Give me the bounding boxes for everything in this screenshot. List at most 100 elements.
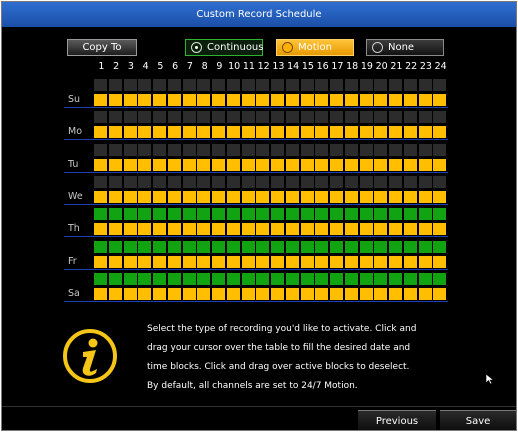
schedule-cell[interactable]	[315, 158, 329, 171]
schedule-cell[interactable]	[226, 94, 240, 106]
schedule-cell[interactable]	[212, 190, 225, 203]
schedule-cell[interactable]	[330, 255, 343, 268]
schedule-cell[interactable]	[182, 190, 196, 203]
schedule-cell[interactable]	[108, 190, 122, 203]
schedule-cell[interactable]	[212, 255, 225, 268]
schedule-cell[interactable]	[418, 272, 432, 285]
schedule-cell[interactable]	[167, 190, 181, 203]
continuous-mode-button[interactable]: Continuous	[185, 39, 263, 56]
schedule-cell[interactable]	[300, 190, 314, 203]
schedule-cell[interactable]	[197, 126, 211, 139]
schedule-cell[interactable]	[344, 126, 358, 139]
schedule-cell[interactable]	[374, 111, 388, 124]
schedule-cell[interactable]	[226, 287, 240, 300]
schedule-cell[interactable]	[330, 175, 343, 188]
schedule-cell[interactable]	[374, 208, 388, 221]
schedule-cell[interactable]	[241, 175, 255, 188]
schedule-cell[interactable]	[197, 143, 211, 156]
schedule-cell[interactable]	[433, 111, 447, 124]
schedule-cell[interactable]	[271, 208, 284, 221]
schedule-cell[interactable]	[226, 158, 240, 171]
schedule-cell[interactable]	[197, 208, 211, 221]
schedule-cell[interactable]	[241, 94, 255, 106]
schedule-cell[interactable]	[212, 272, 225, 285]
schedule-cell[interactable]	[167, 287, 181, 300]
schedule-cell[interactable]	[359, 223, 373, 236]
schedule-cell[interactable]	[374, 143, 388, 156]
schedule-cell[interactable]	[123, 208, 137, 221]
schedule-cell[interactable]	[433, 190, 447, 203]
schedule-cell[interactable]	[182, 94, 196, 106]
schedule-cell[interactable]	[212, 79, 225, 91]
schedule-cell[interactable]	[418, 79, 432, 91]
schedule-cell[interactable]	[285, 190, 299, 203]
schedule-cell[interactable]	[256, 143, 270, 156]
schedule-cell[interactable]	[123, 240, 137, 253]
schedule-cell[interactable]	[315, 287, 329, 300]
schedule-cell[interactable]	[315, 143, 329, 156]
schedule-cell[interactable]	[359, 190, 373, 203]
schedule-cell[interactable]	[374, 287, 388, 300]
schedule-cell[interactable]	[94, 126, 107, 139]
schedule-cell[interactable]	[182, 158, 196, 171]
schedule-cell[interactable]	[315, 175, 329, 188]
schedule-cell[interactable]	[389, 190, 402, 203]
schedule-cell[interactable]	[153, 240, 166, 253]
schedule-cell[interactable]	[374, 240, 388, 253]
schedule-cell[interactable]	[418, 255, 432, 268]
schedule-cell[interactable]	[108, 223, 122, 236]
schedule-cell[interactable]	[330, 111, 343, 124]
schedule-cell[interactable]	[94, 255, 107, 268]
schedule-cell[interactable]	[330, 287, 343, 300]
schedule-cell[interactable]	[256, 255, 270, 268]
schedule-cell[interactable]	[182, 223, 196, 236]
schedule-cell[interactable]	[212, 208, 225, 221]
schedule-cell[interactable]	[271, 111, 284, 124]
schedule-cell[interactable]	[241, 79, 255, 91]
schedule-cell[interactable]	[418, 287, 432, 300]
schedule-cell[interactable]	[138, 240, 152, 253]
schedule-cell[interactable]	[138, 208, 152, 221]
schedule-cell[interactable]	[403, 190, 417, 203]
schedule-cell[interactable]	[94, 79, 107, 91]
schedule-cell[interactable]	[153, 158, 166, 171]
schedule-cell[interactable]	[271, 175, 284, 188]
schedule-cell[interactable]	[123, 94, 137, 106]
schedule-cell[interactable]	[300, 287, 314, 300]
schedule-cell[interactable]	[197, 272, 211, 285]
schedule-cell[interactable]	[108, 94, 122, 106]
schedule-cell[interactable]	[330, 126, 343, 139]
schedule-cell[interactable]	[359, 126, 373, 139]
schedule-cell[interactable]	[418, 223, 432, 236]
schedule-cell[interactable]	[433, 208, 447, 221]
schedule-cell[interactable]	[226, 272, 240, 285]
schedule-cell[interactable]	[359, 111, 373, 124]
schedule-cell[interactable]	[153, 190, 166, 203]
schedule-cell[interactable]	[418, 158, 432, 171]
schedule-cell[interactable]	[138, 143, 152, 156]
schedule-cell[interactable]	[418, 126, 432, 139]
schedule-cell[interactable]	[153, 126, 166, 139]
schedule-cell[interactable]	[182, 143, 196, 156]
schedule-cell[interactable]	[389, 175, 402, 188]
schedule-cell[interactable]	[256, 240, 270, 253]
schedule-cell[interactable]	[330, 158, 343, 171]
schedule-cell[interactable]	[389, 126, 402, 139]
schedule-cell[interactable]	[271, 94, 284, 106]
schedule-cell[interactable]	[123, 272, 137, 285]
schedule-cell[interactable]	[94, 143, 107, 156]
schedule-cell[interactable]	[123, 175, 137, 188]
schedule-cell[interactable]	[330, 240, 343, 253]
schedule-cell[interactable]	[433, 94, 447, 106]
schedule-cell[interactable]	[271, 272, 284, 285]
schedule-cell[interactable]	[418, 175, 432, 188]
schedule-cell[interactable]	[138, 272, 152, 285]
schedule-cell[interactable]	[197, 287, 211, 300]
schedule-cell[interactable]	[138, 79, 152, 91]
schedule-cell[interactable]	[433, 240, 447, 253]
schedule-cell[interactable]	[197, 190, 211, 203]
schedule-cell[interactable]	[241, 158, 255, 171]
schedule-cell[interactable]	[167, 111, 181, 124]
schedule-cell[interactable]	[300, 240, 314, 253]
schedule-cell[interactable]	[167, 272, 181, 285]
